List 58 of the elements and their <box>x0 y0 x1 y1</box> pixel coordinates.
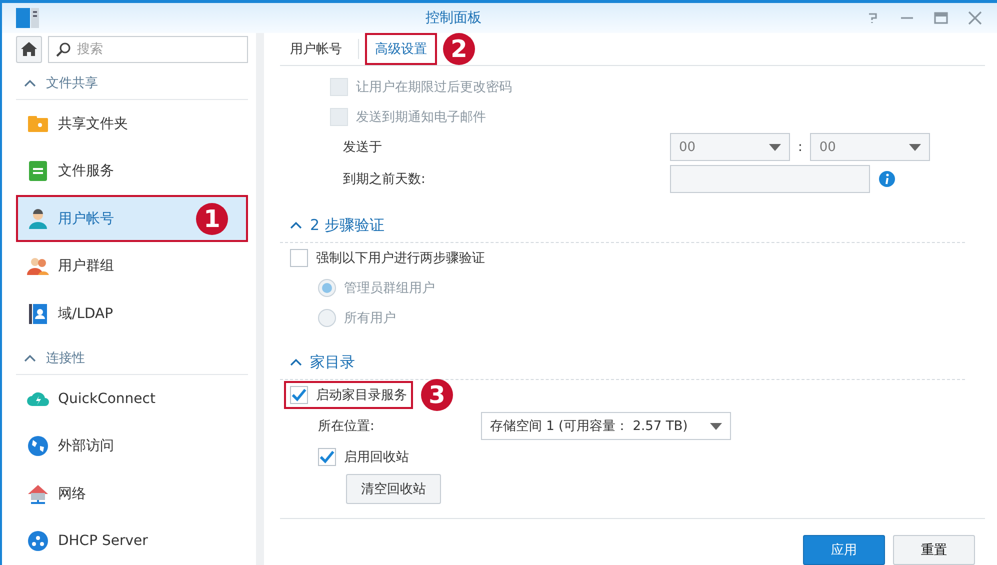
checkbox-label: 启动家目录服务 <box>316 387 407 404</box>
radio-label: 管理员群组用户 <box>344 280 435 297</box>
caret-icon <box>909 144 922 150</box>
checkbox[interactable] <box>290 249 308 267</box>
checkbox-label: 启用回收站 <box>344 449 409 466</box>
section-header: 文件共享 <box>46 74 98 92</box>
section-title: 2 步骤验证 <box>310 216 384 234</box>
info-icon[interactable] <box>878 170 896 188</box>
sidebar-item[interactable]: 共享文件夹 <box>16 100 248 148</box>
collapse-icon[interactable] <box>24 78 36 87</box>
window-title: 控制面板 <box>424 9 482 27</box>
checkbox[interactable] <box>318 448 336 466</box>
sidebar-item[interactable]: 外部访问 <box>16 422 248 470</box>
sidebar-item[interactable]: DHCP Server <box>16 517 248 565</box>
globe-icon <box>26 434 50 458</box>
caret-icon <box>769 144 781 150</box>
checkbox[interactable] <box>290 386 308 404</box>
dhcp-icon <box>26 529 50 554</box>
time-separator: : <box>798 140 802 154</box>
callout-badge: 3 <box>421 379 453 411</box>
location-dropdown[interactable]: 存储空间 1 (可用容量： 2.57 TB) <box>481 412 731 440</box>
caret-icon <box>710 422 722 430</box>
close-icon[interactable] <box>967 10 983 26</box>
sidebar-item[interactable]: 用户群组 <box>16 242 248 290</box>
section-header: 连接性 <box>46 350 85 367</box>
tab[interactable]: 高级设置 <box>365 33 437 65</box>
maximize-icon[interactable] <box>933 10 949 26</box>
home-icon <box>20 41 38 58</box>
search-icon <box>55 42 71 58</box>
radio-label: 所有用户 <box>344 310 396 327</box>
checkbox-label: 让用户在期限过后更改密码 <box>356 79 512 96</box>
callout-badge: 2 <box>443 33 475 65</box>
sidebar-item[interactable]: QuickConnect <box>16 374 248 422</box>
checkbox-label: 发送到期通知电子邮件 <box>356 109 486 126</box>
sidebar-item[interactable]: 域/LDAP <box>16 290 248 338</box>
apply-button[interactable]: 应用 <box>803 535 885 565</box>
field-label: 发送于 <box>343 139 383 156</box>
fileservice-icon <box>26 159 50 184</box>
checkbox-label: 强制以下用户进行两步骤验证 <box>316 250 485 267</box>
collapse-icon[interactable] <box>290 358 302 366</box>
ldap-icon <box>26 302 50 326</box>
sidebar-item[interactable]: 用户帐号 1 <box>16 194 248 242</box>
user-icon <box>26 206 50 231</box>
field-label: 所在位置: <box>318 418 376 435</box>
sidebar-item[interactable]: 文件服务 <box>16 147 248 195</box>
collapse-icon[interactable] <box>24 354 36 362</box>
days-input-field[interactable] <box>670 165 870 193</box>
collapse-icon[interactable] <box>290 221 302 229</box>
sidebar-item[interactable]: 网络 <box>16 470 248 518</box>
empty-recycle-bin-button[interactable]: 清空回收站 <box>346 474 441 504</box>
home-button[interactable] <box>16 36 42 63</box>
field-label: 到期之前天数: <box>343 171 426 188</box>
app-icon <box>16 6 42 30</box>
section-title: 家目录 <box>310 352 355 372</box>
callout-badge: 1 <box>196 202 228 235</box>
search-field[interactable]: 搜索 <box>48 36 248 63</box>
tab[interactable]: 用户帐号 <box>280 33 352 65</box>
reset-button[interactable]: 重置 <box>893 535 975 565</box>
